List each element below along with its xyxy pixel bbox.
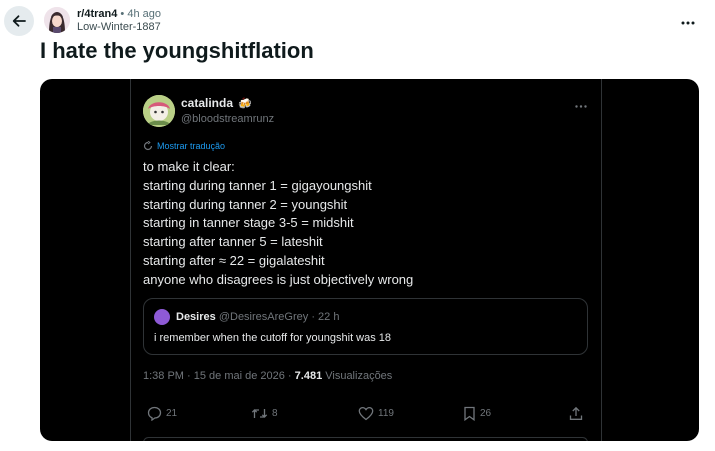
tweet-line: starting in tanner stage 3-5 = midshit (143, 215, 354, 231)
tweet-timestamp: 1:38 PM · 15 de mai de 2026 · (143, 370, 295, 382)
post-title[interactable]: I hate the youngshitflation (40, 38, 314, 64)
translate-label: Mostrar tradução (157, 141, 226, 151)
translate-link[interactable]: Mostrar tradução (143, 141, 225, 151)
quoted-tweet[interactable]: Desires @DesiresAreGrey · 22 h i remembe… (143, 298, 588, 355)
ellipsis-icon (681, 21, 695, 25)
reply-count: 21 (166, 408, 178, 419)
tweet-handle[interactable]: @bloodstreamrunz (181, 113, 274, 125)
views-count: 7.481 (294, 370, 323, 382)
views-label: Visualizações (322, 370, 393, 382)
tweet-display-name[interactable]: catalinda 🍻 (181, 96, 252, 110)
meta-separator: • (120, 8, 125, 20)
share-button[interactable] (569, 406, 583, 421)
author-link[interactable]: Low-Winter-1887 (77, 21, 161, 34)
tweet-line: starting after ≈ 22 = gigalateshit (143, 252, 325, 268)
tweet-line: to make it clear: (143, 159, 235, 174)
quoted-name: Desires (176, 311, 216, 323)
tweet-actions: 21 8 119 26 (143, 406, 591, 426)
tweet-line: starting during tanner 1 = gigayoungshit (143, 177, 372, 193)
translate-icon (143, 141, 153, 151)
like-button[interactable]: 119 (358, 406, 394, 421)
quoted-time: 22 h (318, 311, 340, 323)
retweet-count: 8 (272, 408, 278, 419)
quoted-header: Desires @DesiresAreGrey · 22 h (176, 311, 339, 323)
tweet-line: starting after tanner 5 = lateshit (143, 234, 323, 250)
post-age: 4h ago (127, 8, 161, 20)
tweet-card: catalinda 🍻 @bloodstreamrunz Mostrar tra… (130, 79, 602, 441)
quoted-avatar (154, 309, 170, 325)
tweet-line: starting during tanner 2 = youngshit (143, 196, 348, 212)
tweet-avatar (143, 95, 175, 127)
subreddit-link[interactable]: r/4tran4 (77, 8, 117, 20)
quoted-text: i remember when the cutoff for youngshit… (154, 332, 392, 344)
reply-icon (147, 406, 162, 421)
post-more-button[interactable] (681, 12, 695, 28)
bookmark-button[interactable]: 26 (463, 406, 491, 421)
tweet-more-button[interactable] (575, 97, 587, 111)
retweet-icon (251, 409, 268, 418)
tweet-meta: 1:38 PM · 15 de mai de 2026 · 7.481 Visu… (143, 370, 392, 382)
quoted-handle: @DesiresAreGrey (218, 311, 309, 323)
tweet-name-emoji: 🍻 (238, 98, 253, 110)
heart-icon (358, 406, 374, 421)
arrow-left-icon (12, 15, 26, 27)
retweet-button[interactable]: 8 (251, 406, 278, 421)
avatar-illustration (44, 7, 70, 33)
post-image[interactable]: catalinda 🍻 @bloodstreamrunz Mostrar tra… (40, 79, 699, 441)
quoted-separator: · (311, 311, 315, 323)
tweet-avatar-illustration (143, 95, 175, 127)
tweet-display-name-text: catalinda (181, 96, 234, 110)
share-icon (569, 406, 583, 420)
next-tweet-edge (143, 437, 588, 441)
like-count: 119 (378, 408, 394, 419)
bookmark-icon (464, 406, 475, 421)
post-meta: r/4tran4 • 4h ago Low-Winter-1887 (77, 8, 161, 34)
back-button[interactable] (4, 6, 34, 36)
reply-button[interactable]: 21 (147, 406, 177, 421)
tweet-line: anyone who disagrees is just objectively… (143, 271, 414, 287)
tweet-ellipsis-icon (575, 105, 587, 108)
subreddit-avatar[interactable] (44, 7, 70, 33)
subreddit-line: r/4tran4 • 4h ago (77, 8, 161, 21)
bookmark-count: 26 (480, 408, 492, 419)
tweet-body: to make it clear: starting during tanner… (143, 158, 583, 290)
